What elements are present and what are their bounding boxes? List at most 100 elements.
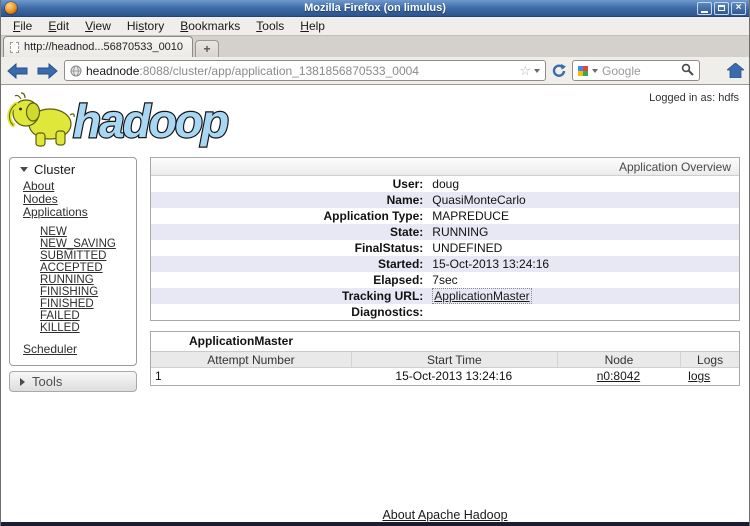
cluster-section-toggle[interactable]: Cluster <box>10 158 136 180</box>
application-master-panel: ApplicationMaster Attempt Number Start T… <box>150 331 740 386</box>
forward-arrow-icon <box>36 63 58 79</box>
col-start-time: Start Time <box>351 352 557 367</box>
logged-in-status: Logged in as: hdfs <box>649 92 739 104</box>
search-engine-dropdown-icon[interactable] <box>592 69 598 73</box>
application-state-links: NEW NEW_SAVING SUBMITTED ACCEPTED RUNNIN… <box>10 226 136 334</box>
url-host: headnode <box>86 64 139 78</box>
col-logs: Logs <box>680 352 739 367</box>
sidebar-item-failed[interactable]: FAILED <box>40 310 136 322</box>
attempt-node-cell: n0:8042 <box>557 368 680 385</box>
home-button[interactable] <box>727 63 744 78</box>
attempt-table-row: 1 15-Oct-2013 13:24:16 n0:8042 logs <box>151 368 739 385</box>
sidebar-item-applications[interactable]: Applications <box>23 206 136 219</box>
menu-tools[interactable]: Tools <box>248 18 292 34</box>
close-button[interactable]: × <box>731 2 746 15</box>
google-icon <box>578 66 588 76</box>
globe-icon <box>70 65 82 77</box>
forward-button[interactable] <box>35 62 59 80</box>
chevron-right-icon <box>20 378 25 386</box>
overview-panel-title: Application Overview <box>151 158 739 176</box>
hadoop-logo: hadoop <box>7 87 239 156</box>
menu-view[interactable]: View <box>77 18 119 34</box>
attempts-table-header: Attempt Number Start Time Node Logs <box>151 351 739 368</box>
application-overview-panel: Application Overview User:doug Name:Quas… <box>150 157 740 321</box>
close-icon: × <box>736 3 742 13</box>
cluster-section-label: Cluster <box>34 162 75 177</box>
search-placeholder: Google <box>602 64 641 78</box>
maximize-icon <box>718 5 725 11</box>
hadoop-elephant-icon: hadoop <box>7 87 239 151</box>
tab-bar: http://headnod...56870533_0010 + <box>1 35 749 57</box>
url-dropdown-icon[interactable] <box>534 69 540 73</box>
active-tab[interactable]: http://headnod...56870533_0010 <box>3 36 193 57</box>
page-content: hadoop Logged in as: hdfs Cluster About … <box>1 85 749 522</box>
window-controls: × <box>697 2 749 15</box>
url-text: headnode:8088/cluster/app/application_13… <box>86 64 419 78</box>
overview-row-user: User:doug <box>151 176 739 192</box>
attempt-number-cell: 1 <box>151 368 351 385</box>
new-tab-button[interactable]: + <box>195 40 219 57</box>
tools-section-toggle[interactable]: Tools <box>9 371 137 392</box>
sidebar-item-new-saving[interactable]: NEW_SAVING <box>40 238 136 250</box>
attempts-table-title: ApplicationMaster <box>151 332 739 351</box>
plus-icon: + <box>203 42 210 56</box>
menu-bookmarks[interactable]: Bookmarks <box>172 18 248 34</box>
sidebar-item-submitted[interactable]: SUBMITTED <box>40 250 136 262</box>
cluster-links: About Nodes Applications <box>10 180 136 219</box>
overview-panel-body: User:doug Name:QuasiMonteCarlo Applicati… <box>151 176 739 320</box>
node-link[interactable]: n0:8042 <box>597 369 640 383</box>
sidebar-item-accepted[interactable]: ACCEPTED <box>40 262 136 274</box>
minimize-icon <box>701 11 708 13</box>
url-bar[interactable]: headnode:8088/cluster/app/application_13… <box>64 60 546 81</box>
attempt-logs-cell: logs <box>680 368 739 385</box>
menu-help[interactable]: Help <box>292 18 333 34</box>
home-icon <box>727 63 744 78</box>
menubar: FileEditViewHistoryBookmarksToolsHelp <box>1 17 749 35</box>
search-box[interactable]: Google <box>572 60 700 81</box>
url-path: :8088/cluster/app/application_1381856870… <box>139 64 419 78</box>
menu-file[interactable]: File <box>5 18 40 34</box>
sidebar-item-killed[interactable]: KILLED <box>40 322 136 334</box>
overview-row-state: State:RUNNING <box>151 224 739 240</box>
menu-edit[interactable]: Edit <box>40 18 77 34</box>
sidebar-item-finishing[interactable]: FINISHING <box>40 286 136 298</box>
col-node: Node <box>557 352 680 367</box>
page-header: hadoop Logged in as: hdfs <box>1 85 749 157</box>
menu-history[interactable]: History <box>119 18 172 34</box>
sidebar-item-new[interactable]: NEW <box>40 226 136 238</box>
reload-button[interactable] <box>551 63 567 79</box>
bookmark-star-icon[interactable]: ☆ <box>519 64 531 77</box>
overview-row-diagnostics: Diagnostics: <box>151 304 739 320</box>
about-apache-hadoop-link[interactable]: About Apache Hadoop <box>382 508 507 522</box>
back-arrow-icon <box>7 63 29 79</box>
logs-link[interactable]: logs <box>688 369 710 383</box>
overview-row-started: Started:15-Oct-2013 13:24:16 <box>151 256 739 272</box>
overview-row-finalstatus: FinalStatus:UNDEFINED <box>151 240 739 256</box>
col-attempt-number: Attempt Number <box>151 352 351 367</box>
sidebar-item-finished[interactable]: FINISHED <box>40 298 136 310</box>
page-body: Cluster About Nodes Applications NEW NEW… <box>1 157 749 522</box>
overview-row-elapsed: Elapsed:7sec <box>151 272 739 288</box>
window-bottom-frame <box>1 522 749 526</box>
minimize-button[interactable] <box>697 2 712 15</box>
attempt-start-time-cell: 15-Oct-2013 13:24:16 <box>351 368 557 385</box>
hadoop-logo-text: hadoop <box>73 95 228 147</box>
window-title: Mozilla Firefox (on limulus) <box>1 2 749 14</box>
firefox-window: Mozilla Firefox (on limulus) × FileEditV… <box>0 0 750 526</box>
titlebar: Mozilla Firefox (on limulus) × <box>1 0 749 17</box>
application-master-link[interactable]: ApplicationMaster <box>432 288 531 304</box>
page-footer: About Apache Hadoop <box>150 508 740 522</box>
scheduler-link-wrap: Scheduler <box>10 343 136 356</box>
cluster-nav-box: Cluster About Nodes Applications NEW NEW… <box>9 157 137 366</box>
tools-section-label: Tools <box>32 374 62 389</box>
search-go-button[interactable] <box>681 63 694 79</box>
sidebar-item-scheduler[interactable]: Scheduler <box>23 343 136 356</box>
magnifier-icon <box>681 63 694 76</box>
sidebar-item-running[interactable]: RUNNING <box>40 274 136 286</box>
tab-favicon-placeholder-icon <box>10 42 19 53</box>
navigation-toolbar: headnode:8088/cluster/app/application_13… <box>1 57 749 85</box>
maximize-button[interactable] <box>714 2 729 15</box>
overview-row-name: Name:QuasiMonteCarlo <box>151 192 739 208</box>
sidebar: Cluster About Nodes Applications NEW NEW… <box>9 157 137 392</box>
back-button[interactable] <box>6 62 30 80</box>
